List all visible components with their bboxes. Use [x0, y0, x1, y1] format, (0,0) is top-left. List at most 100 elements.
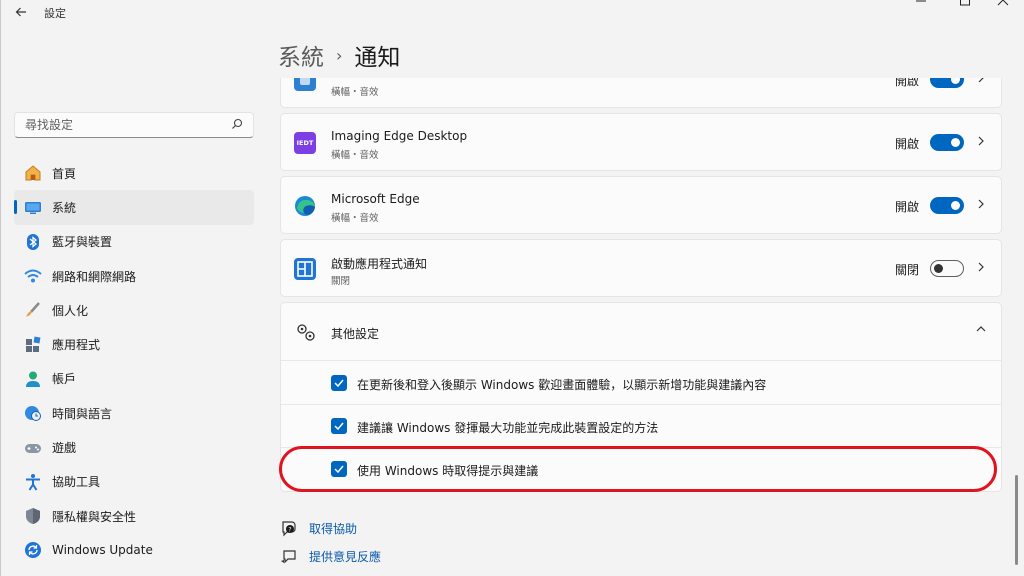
gamepad-icon: [24, 439, 42, 457]
iedt-icon: IEDT: [294, 132, 316, 154]
chevron-up-icon[interactable]: [975, 323, 987, 339]
sidebar-item-label: Windows Update: [52, 543, 153, 558]
checkmark-icon: [334, 379, 344, 388]
sidebar-item-label: 首頁: [52, 166, 77, 181]
app-notification-subtitle: 關閉: [331, 276, 351, 287]
feedback-label[interactable]: 提供意見反應: [309, 548, 381, 565]
setting-checkbox-row[interactable]: 建議讓 Windows 發揮最大功能並完成此裝置設定的方法: [281, 405, 1001, 448]
app-notification-name: Microsoft Edge: [331, 192, 420, 206]
checkbox-label: 建議讓 Windows 發揮最大功能並完成此裝置設定的方法: [357, 421, 659, 435]
checkbox[interactable]: [331, 375, 347, 391]
sidebar-item-label: 隱私權與安全性: [52, 509, 137, 524]
sidebar-item-privacy[interactable]: 隱私權與安全性: [14, 499, 254, 533]
chevron-right-icon: [975, 197, 987, 211]
apps-icon: [24, 336, 42, 354]
other-settings-header[interactable]: 其他設定: [281, 303, 1001, 361]
shield-icon: [24, 507, 42, 525]
sidebar-item-label: 網路和網際網路: [52, 269, 137, 284]
checkbox[interactable]: [331, 461, 347, 477]
app-notification-row[interactable]: IEDT Imaging Edge Desktop 橫幅・音效 開啟: [280, 113, 1002, 171]
setting-checkbox-row[interactable]: 使用 Windows 時取得提示與建議: [281, 448, 1001, 491]
minimize-button[interactable]: [906, 0, 936, 16]
breadcrumb-parent[interactable]: 系統: [278, 38, 324, 72]
sidebar-item-home[interactable]: 首頁: [14, 156, 254, 190]
sidebar-item-accessibility[interactable]: 協助工具: [14, 465, 254, 499]
window-left-border: [0, 0, 1, 576]
checkbox-label: 使用 Windows 時取得提示與建議: [357, 464, 539, 478]
monitor-icon: [24, 198, 42, 216]
close-icon: [997, 0, 1009, 6]
sidebar-item-apps[interactable]: 應用程式: [14, 327, 254, 361]
person-icon: [24, 370, 42, 388]
sidebar-item-label: 帳戶: [52, 372, 77, 387]
sidebar-item-accounts[interactable]: 帳戶: [14, 362, 254, 396]
app-notification-name: Imaging Edge Desktop: [331, 129, 468, 143]
page-title: 通知: [354, 45, 401, 71]
gears-icon: [295, 323, 317, 343]
sidebar-item-system[interactable]: 系統: [14, 190, 254, 225]
sidebar-nav: 首頁 系統 藍牙與裝置 網路和網際網路 個人化 應用程式 帳戶 時間與語言 遊戲…: [14, 156, 254, 568]
breadcrumb-separator: ›: [336, 45, 343, 65]
toggle-state-label: 開啟: [894, 137, 919, 151]
close-button[interactable]: [988, 0, 1018, 16]
maximize-button[interactable]: [950, 0, 980, 16]
get-help-link[interactable]: ? 取得協助: [280, 519, 357, 537]
checkmark-icon: [334, 422, 344, 431]
sidebar-item-label: 系統: [52, 200, 77, 215]
app-title: 設定: [44, 7, 66, 20]
app-notification-row[interactable]: 啟動應用程式通知 關閉 關閉: [280, 239, 1002, 297]
toggle-state-label: 開啟: [894, 200, 919, 214]
app-notification-subtitle: 橫幅・音效: [331, 87, 379, 98]
search-icon: [232, 118, 243, 129]
sidebar-item-network[interactable]: 網路和網際網路: [14, 259, 254, 293]
sidebar-item-label: 應用程式: [52, 338, 101, 353]
edge-icon: [294, 195, 316, 217]
get-help-label[interactable]: 取得協助: [309, 520, 357, 537]
arrow-left-icon: [15, 7, 26, 17]
notification-toggle[interactable]: [930, 197, 964, 214]
checkbox[interactable]: [331, 418, 347, 434]
app-notification-row[interactable]: 橫幅・音效 開啟: [280, 78, 1002, 108]
brush-icon: [24, 301, 42, 319]
home-icon: [24, 164, 42, 182]
checkbox-label: 在更新後和登入後顯示 Windows 歡迎畫面體驗，以顯示新增功能與建議內容: [357, 378, 767, 392]
checkmark-icon: [334, 465, 344, 474]
wifi-icon: [24, 267, 42, 285]
sidebar-item-bluetooth[interactable]: 藍牙與裝置: [14, 225, 254, 259]
app-notification-row[interactable]: Microsoft Edge 橫幅・音效 開啟: [280, 176, 1002, 234]
globe-clock-icon: [24, 404, 42, 422]
chevron-right-icon: [975, 134, 987, 148]
svg-text:?: ?: [288, 527, 291, 534]
app-icon-partial: [294, 78, 316, 91]
sidebar-item-label: 協助工具: [52, 475, 101, 490]
other-settings-title: 其他設定: [331, 327, 380, 341]
app-notification-name: 啟動應用程式通知: [331, 257, 428, 271]
notification-toggle[interactable]: [930, 134, 964, 151]
notification-toggle[interactable]: [930, 78, 964, 88]
sidebar-item-label: 時間與語言: [52, 406, 113, 421]
setting-checkbox-row[interactable]: 在更新後和登入後顯示 Windows 歡迎畫面體驗，以顯示新增功能與建議內容: [281, 362, 1001, 405]
minimize-icon: [916, 0, 926, 2]
update-icon: [24, 541, 42, 559]
search-input[interactable]: [15, 113, 215, 137]
sidebar-item-label: 個人化: [52, 303, 89, 318]
other-settings-expander: 其他設定 在更新後和登入後顯示 Windows 歡迎畫面體驗，以顯示新增功能與建…: [280, 302, 1002, 492]
toggle-state-label: 開啟: [894, 78, 919, 88]
notifications-content: 橫幅・音效 開啟 IEDT Imaging Edge Desktop 橫幅・音效…: [280, 78, 1002, 576]
sidebar-item-time-language[interactable]: 時間與語言: [14, 396, 254, 430]
breadcrumb: 系統 › 通知: [278, 38, 400, 72]
title-bar: 設定: [0, 0, 1024, 24]
search-box[interactable]: [14, 112, 254, 138]
vertical-scrollbar[interactable]: [1015, 475, 1018, 565]
sidebar-item-windows-update[interactable]: Windows Update: [14, 533, 254, 567]
notification-toggle[interactable]: [930, 260, 964, 277]
toggle-state-label: 關閉: [894, 263, 919, 277]
sidebar-item-personalization[interactable]: 個人化: [14, 293, 254, 327]
sidebar-item-label: 藍牙與裝置: [52, 235, 113, 250]
sidebar-item-gaming[interactable]: 遊戲: [14, 430, 254, 464]
feedback-link[interactable]: 提供意見反應: [280, 547, 381, 565]
back-button[interactable]: [10, 2, 32, 22]
sidebar-item-label: 遊戲: [52, 441, 77, 456]
chevron-right-icon: [975, 260, 987, 274]
chevron-right-icon: [975, 78, 987, 85]
